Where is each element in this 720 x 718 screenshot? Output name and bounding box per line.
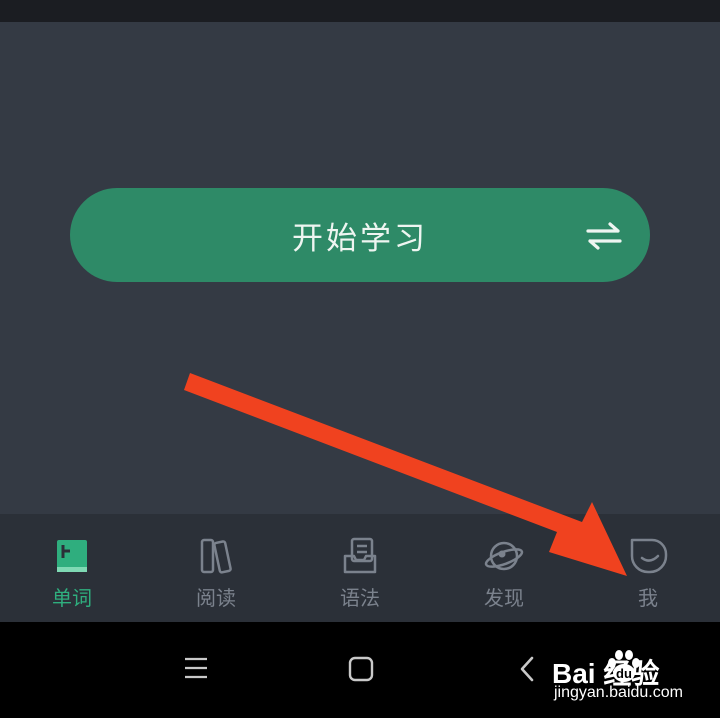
tab-reading-label: 阅读 [196, 586, 236, 610]
paw-logo-icon: du [608, 650, 640, 682]
books-icon [200, 538, 232, 574]
tab-reading[interactable]: 阅读 [144, 514, 288, 622]
menu-icon[interactable] [183, 656, 209, 680]
home-icon[interactable] [348, 656, 374, 682]
swap-icon[interactable] [586, 222, 622, 250]
start-learning-button[interactable]: 开始学习 [70, 188, 650, 282]
baidu-jingyan-watermark: Bai 经验 du jingyan.baidu.com [548, 650, 720, 710]
watermark-url: jingyan.baidu.com [554, 684, 683, 701]
tab-words-label: 单词 [52, 586, 92, 610]
main-area: 开始学习 [0, 22, 720, 514]
tab-me[interactable]: 我 [576, 514, 720, 622]
document-stack-icon [343, 537, 377, 574]
svg-text:du: du [616, 666, 632, 681]
book-icon [57, 540, 87, 572]
bottom-tab-bar: 单词 阅读 语法 发现 我 [0, 514, 720, 622]
start-learning-label: 开始学习 [292, 220, 428, 257]
tab-discover-label: 发现 [484, 586, 524, 610]
tab-words[interactable]: 单词 [0, 514, 144, 622]
tab-grammar[interactable]: 语法 [288, 514, 432, 622]
profile-icon [630, 538, 668, 574]
back-icon[interactable] [518, 656, 536, 682]
status-bar [0, 0, 720, 22]
planet-icon [484, 541, 524, 571]
tab-grammar-label: 语法 [340, 586, 380, 610]
tab-me-label: 我 [638, 586, 658, 610]
tab-discover[interactable]: 发现 [432, 514, 576, 622]
